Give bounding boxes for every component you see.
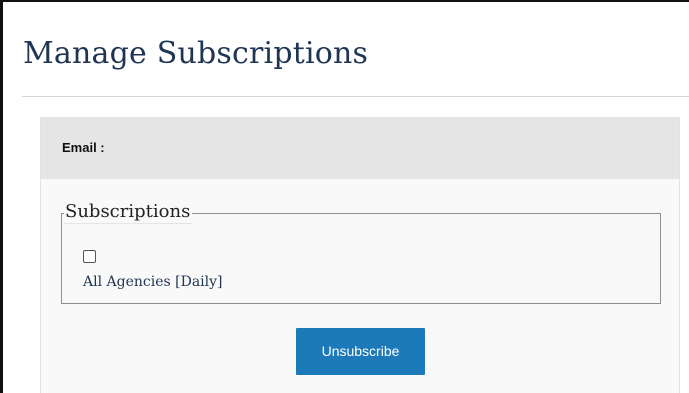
unsubscribe-button[interactable]: Unsubscribe <box>296 328 425 375</box>
subscriptions-legend: Subscriptions <box>64 201 193 224</box>
panel-header: Email : <box>41 117 679 179</box>
subscription-panel: Email : Subscriptions All Agencies [Dail… <box>40 117 680 393</box>
page-title: Manage Subscriptions <box>23 36 369 71</box>
all-agencies-label[interactable]: All Agencies [Daily] <box>83 273 223 291</box>
title-divider <box>22 96 689 97</box>
window-top-border <box>0 0 689 2</box>
email-label: Email : <box>62 140 105 155</box>
window-left-border <box>0 0 3 393</box>
subscriptions-fieldset: Subscriptions All Agencies [Daily] <box>61 201 661 304</box>
all-agencies-checkbox[interactable] <box>83 250 96 263</box>
